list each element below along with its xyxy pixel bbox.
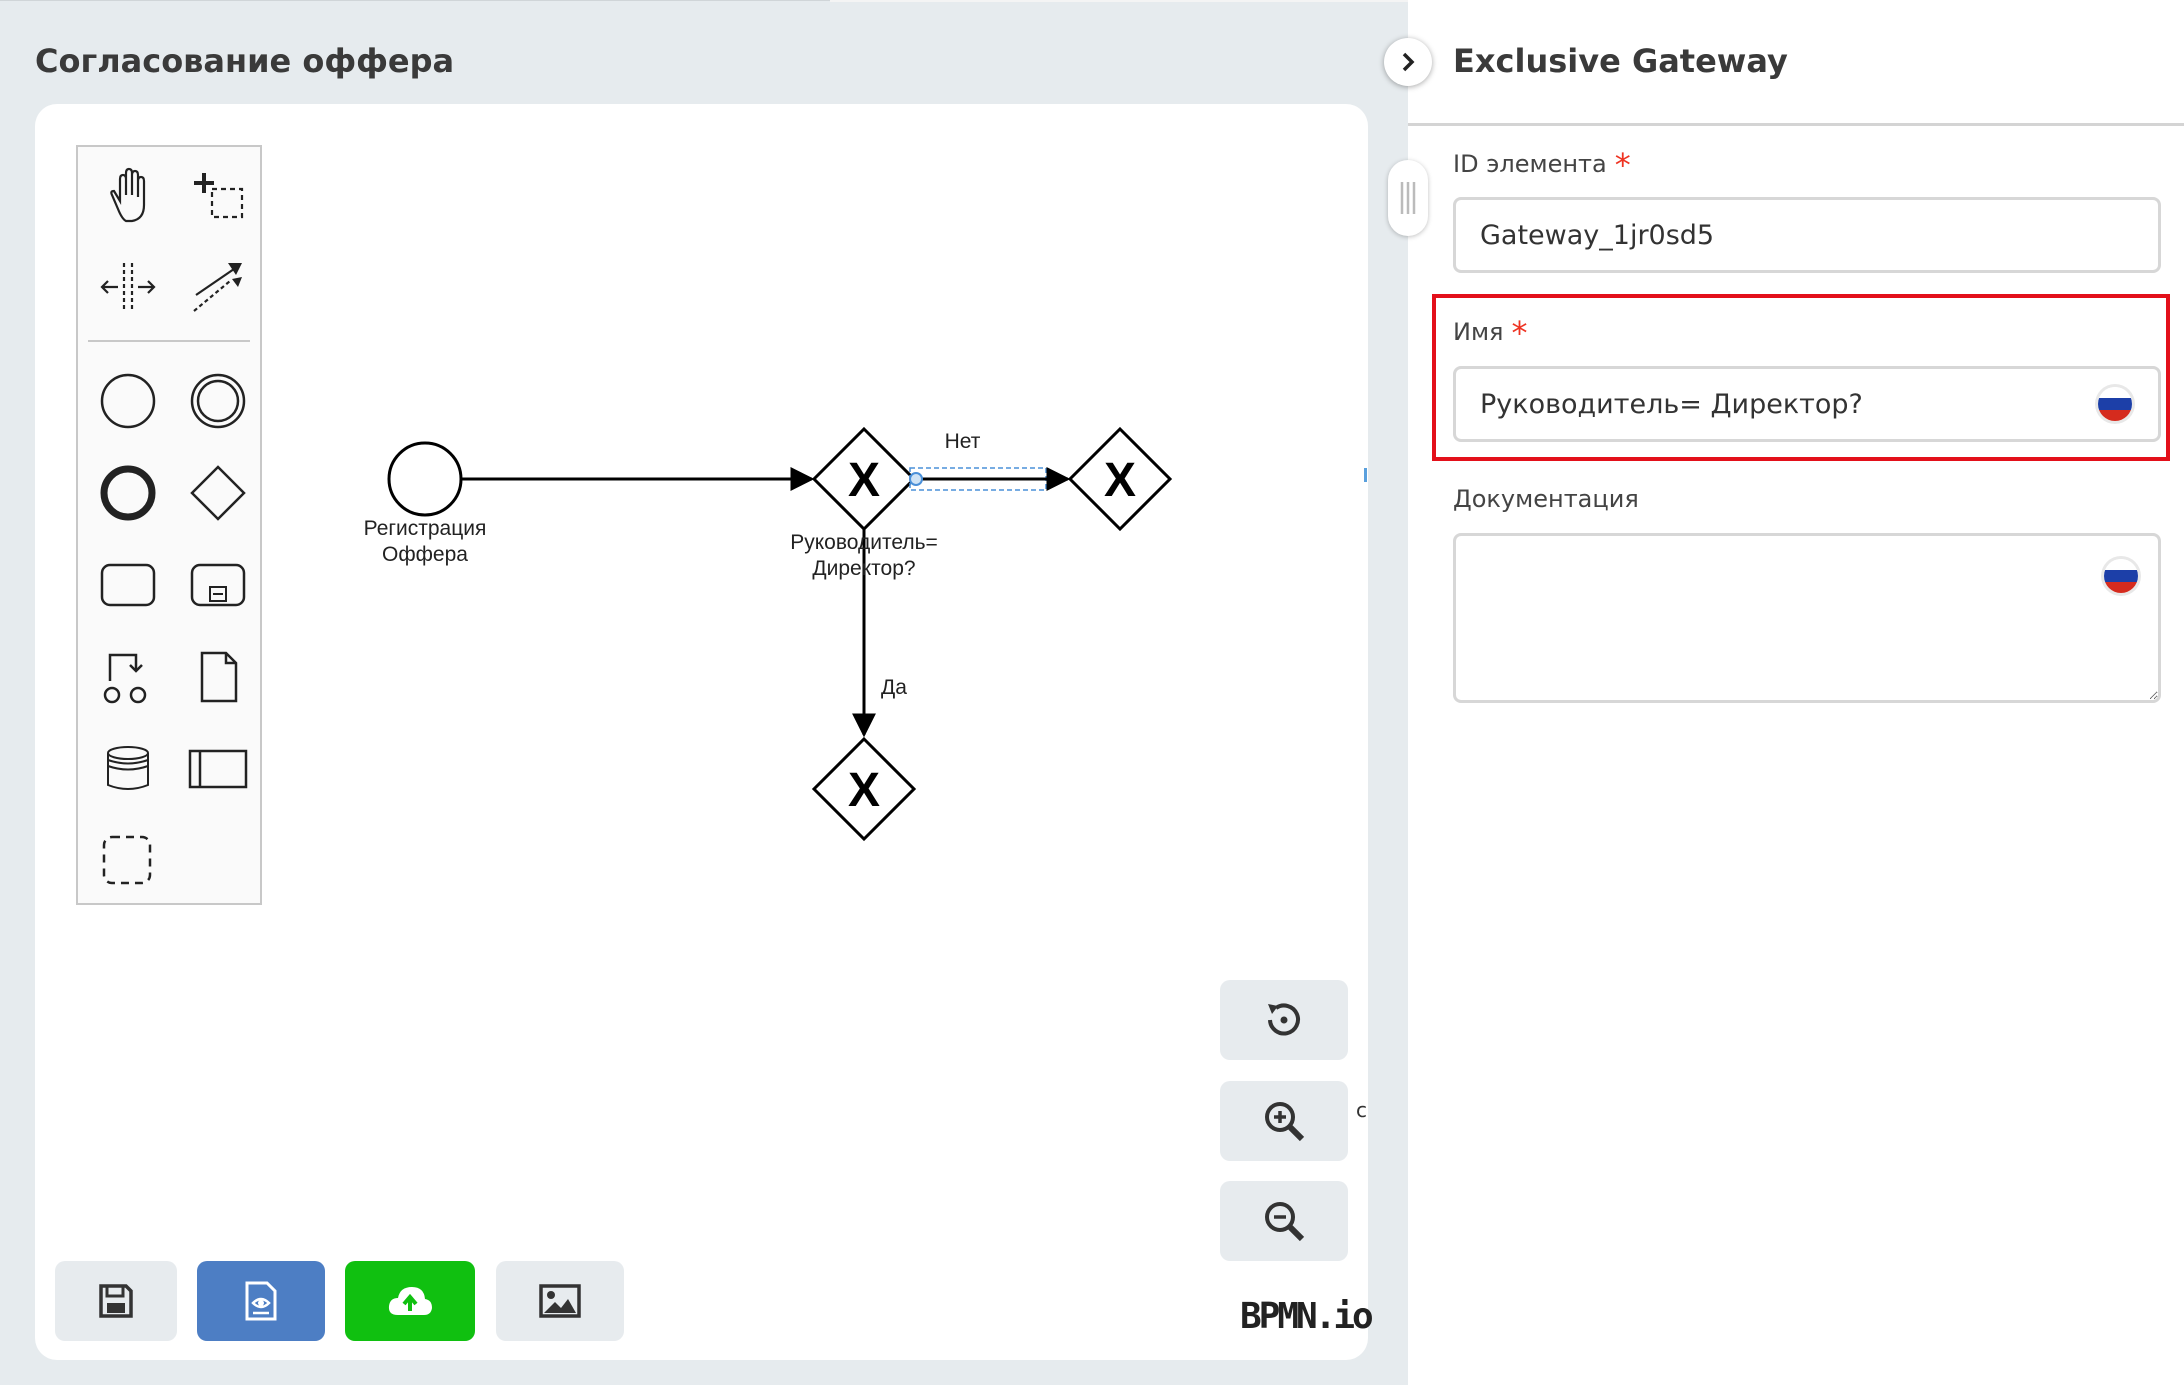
required-mark: * (1511, 314, 1528, 352)
id-label-text: ID элемента (1453, 150, 1607, 178)
lasso-tool-icon[interactable] (182, 161, 254, 233)
export-image-button[interactable] (496, 1261, 624, 1341)
task-icon[interactable] (92, 549, 164, 621)
grip-lines-icon (1400, 182, 1416, 214)
hand-tool-icon[interactable] (92, 161, 164, 233)
gateway-main-label: Руководитель= Директор? (790, 531, 938, 580)
flow-yes-label: Да (881, 676, 907, 699)
page-title: Согласование оффера (35, 42, 455, 80)
zoom-in-button[interactable] (1220, 1081, 1348, 1161)
save-button[interactable] (55, 1261, 177, 1341)
gateway-bottom-symbol: X (848, 764, 880, 817)
documentation-field-label: Документация (1453, 485, 1639, 513)
data-object-icon[interactable] (182, 641, 254, 713)
gateway-right-symbol: X (1104, 454, 1136, 507)
flow-bendpoint-handle[interactable] (909, 472, 923, 486)
zoom-in-icon (1265, 1102, 1305, 1142)
global-connect-tool-icon[interactable] (182, 251, 254, 323)
panel-header: Exclusive Gateway (1408, 0, 2184, 126)
intermediate-event-icon[interactable] (182, 365, 254, 437)
chevron-right-icon (1402, 52, 1415, 72)
preview-xml-icon (245, 1281, 277, 1321)
pool-icon[interactable] (182, 733, 254, 805)
collapse-panel-button[interactable] (1384, 38, 1432, 86)
name-field-label: Имя * (1453, 314, 1528, 352)
save-icon (99, 1284, 133, 1318)
element-name-input[interactable] (1453, 366, 2161, 442)
top-border-highlight (830, 0, 1408, 2)
tool-palette (76, 145, 262, 905)
palette-separator (88, 340, 250, 342)
name-label-text: Имя (1453, 318, 1504, 346)
element-id-input[interactable] (1453, 197, 2161, 273)
flow-no-label: Нет (944, 430, 981, 453)
gateway-main-symbol: X (848, 454, 880, 507)
preview-xml-button[interactable] (197, 1261, 325, 1341)
deploy-upload-icon (388, 1287, 432, 1315)
subprocess-icon[interactable] (182, 549, 254, 621)
group-icon[interactable] (92, 825, 164, 897)
data-object-reference-icon[interactable] (92, 641, 164, 713)
required-mark: * (1614, 146, 1631, 184)
export-image-icon (539, 1284, 581, 1318)
end-event-icon[interactable] (92, 457, 164, 529)
space-tool-icon[interactable] (92, 251, 164, 323)
start-event-icon[interactable] (92, 365, 164, 437)
russia-flag-icon[interactable] (2104, 559, 2138, 593)
offscreen-text-fragment: с (1356, 1098, 1367, 1122)
start-event-label: Регистрация Оффера (363, 517, 487, 566)
start-event-shape[interactable] (387, 441, 463, 517)
documentation-textarea[interactable] (1453, 533, 2161, 703)
panel-resize-handle[interactable] (1388, 160, 1428, 236)
zoom-out-icon (1265, 1202, 1305, 1242)
zoom-out-button[interactable] (1220, 1181, 1348, 1261)
bpmn-io-watermark[interactable]: BPMN.io (1240, 1296, 1374, 1337)
id-field-label: ID элемента * (1453, 146, 1631, 184)
reset-zoom-icon (1268, 1003, 1300, 1036)
data-store-icon[interactable] (92, 733, 164, 805)
gateway-icon[interactable] (182, 457, 254, 529)
reset-zoom-button[interactable] (1220, 980, 1348, 1060)
deploy-button[interactable] (345, 1261, 475, 1341)
offscreen-element-edge (1364, 468, 1367, 482)
panel-title: Exclusive Gateway (1453, 42, 1788, 80)
russia-flag-icon[interactable] (2098, 387, 2132, 421)
